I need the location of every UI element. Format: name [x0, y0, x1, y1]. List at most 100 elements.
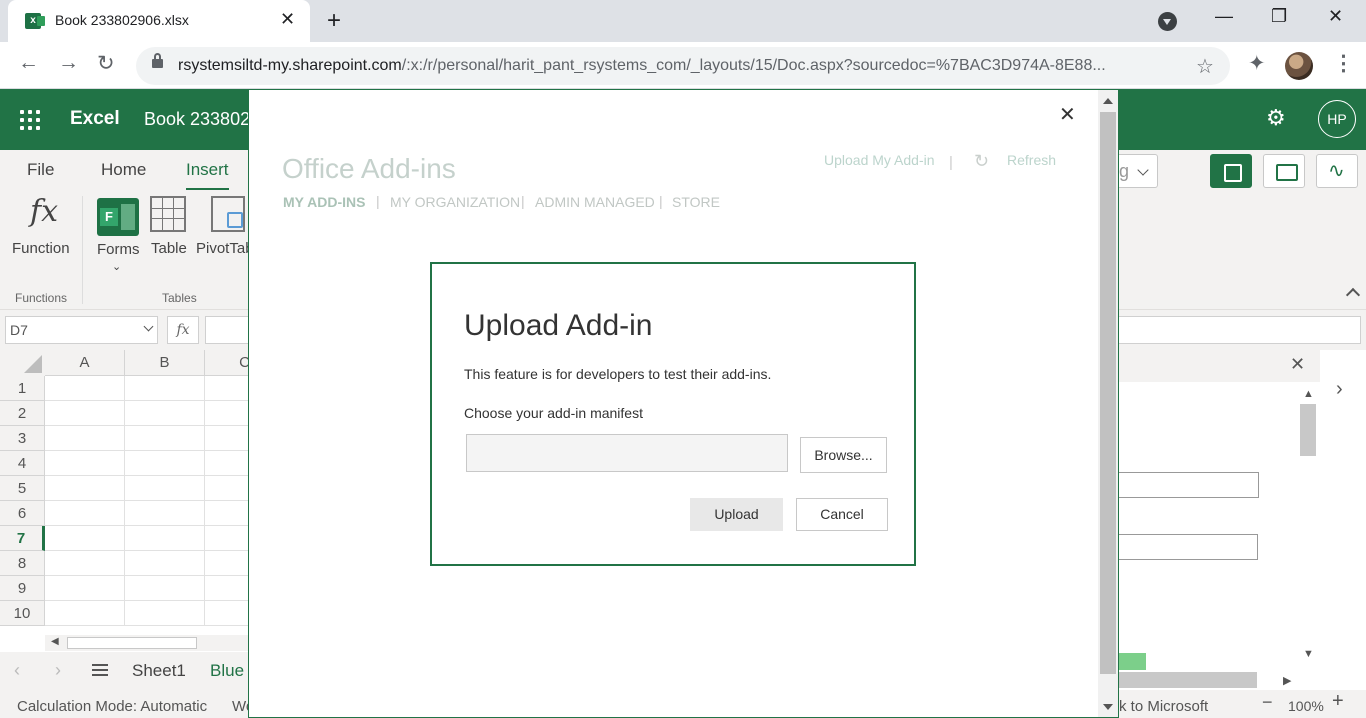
row-header[interactable]: 10: [0, 601, 45, 626]
scroll-thumb[interactable]: [1300, 404, 1316, 456]
close-icon[interactable]: ✕: [1290, 354, 1305, 375]
sheet-tab[interactable]: Blue: [210, 661, 244, 681]
view-dropdown[interactable]: g: [1117, 154, 1158, 188]
select-all-corner[interactable]: [0, 350, 45, 376]
user-avatar[interactable]: HP: [1318, 100, 1356, 138]
waffle-icon[interactable]: [20, 110, 40, 130]
row-header[interactable]: 8: [0, 551, 45, 576]
tab-search-icon[interactable]: [1158, 12, 1177, 31]
row-header-active[interactable]: 7: [0, 526, 45, 551]
cells[interactable]: [45, 376, 248, 626]
next-sheet-icon[interactable]: ›: [55, 660, 61, 681]
browse-button[interactable]: Browse...: [800, 437, 887, 473]
scroll-right-icon[interactable]: ▶: [1283, 674, 1291, 687]
pane-input[interactable]: [1117, 534, 1258, 560]
close-tab-icon[interactable]: ✕: [280, 9, 295, 30]
activity-button[interactable]: [1316, 154, 1358, 188]
row-header[interactable]: 4: [0, 451, 45, 476]
row-header[interactable]: 2: [0, 401, 45, 426]
tab-file[interactable]: File: [27, 160, 54, 180]
pane-input[interactable]: [1117, 472, 1259, 498]
forms-label[interactable]: Forms: [97, 241, 140, 258]
scroll-up-icon[interactable]: [1103, 98, 1113, 104]
horizontal-scrollbar[interactable]: ◀: [45, 635, 248, 651]
tab-my-organization[interactable]: MY ORGANIZATION: [390, 194, 520, 210]
close-icon[interactable]: ✕: [1059, 102, 1076, 127]
pane-header: ✕: [1117, 350, 1320, 382]
status-feedback[interactable]: k to Microsoft: [1119, 698, 1208, 715]
reload-icon[interactable]: ↻: [97, 51, 115, 76]
function-icon[interactable]: fx: [30, 194, 58, 229]
extensions-icon[interactable]: ✦: [1248, 51, 1266, 76]
all-sheets-icon[interactable]: [92, 664, 108, 676]
profile-avatar[interactable]: [1285, 52, 1313, 80]
menu-dots-icon[interactable]: ⋮: [1333, 51, 1354, 76]
app-name[interactable]: Excel: [70, 108, 120, 130]
comments-button[interactable]: [1263, 154, 1305, 188]
browser-tab[interactable]: x Book 233802906.xlsx ✕: [8, 0, 310, 42]
tab-my-addins[interactable]: MY ADD-INS: [283, 194, 365, 210]
zoom-out-icon[interactable]: −: [1262, 692, 1273, 713]
minimize-icon[interactable]: —: [1215, 6, 1233, 27]
manifest-file-input[interactable]: [466, 434, 788, 472]
zoom-level[interactable]: 100%: [1288, 698, 1324, 714]
scroll-down-icon[interactable]: [1103, 704, 1113, 710]
refresh-link[interactable]: Refresh: [1007, 152, 1056, 168]
dialog-title: Upload Add-in: [464, 309, 653, 342]
function-label[interactable]: Function: [12, 240, 70, 257]
scroll-up-icon[interactable]: ▲: [1303, 388, 1314, 400]
bookmark-star-icon[interactable]: ☆: [1196, 54, 1214, 79]
back-icon[interactable]: ←: [18, 51, 39, 75]
row-header[interactable]: 6: [0, 501, 45, 526]
calc-mode[interactable]: Calculation Mode: Automatic: [17, 698, 207, 715]
address-bar[interactable]: rsystemsiltd-my.sharepoint.com/:x:/r/per…: [136, 47, 1230, 85]
window-close-icon[interactable]: ✕: [1328, 6, 1343, 27]
collapse-ribbon-icon[interactable]: [1345, 287, 1361, 303]
scroll-thumb[interactable]: [67, 637, 197, 649]
pane-scrollbar[interactable]: ▲ ▼: [1300, 388, 1316, 660]
column-header[interactable]: B: [125, 350, 205, 376]
scroll-thumb[interactable]: [1100, 112, 1116, 674]
insert-function-button[interactable]: fx: [167, 316, 199, 344]
share-button[interactable]: [1210, 154, 1252, 188]
refresh-icon[interactable]: ↻: [974, 151, 989, 172]
addins-scrollbar[interactable]: [1098, 90, 1118, 717]
forward-icon[interactable]: →: [58, 51, 79, 75]
chevron-right-icon[interactable]: ›: [1336, 378, 1343, 401]
new-tab-plus-icon[interactable]: +: [327, 7, 341, 35]
doc-name[interactable]: Book 233802: [144, 109, 250, 130]
gear-icon[interactable]: ⚙: [1266, 105, 1286, 131]
pivottable-label[interactable]: PivotTab: [196, 240, 254, 257]
restore-icon[interactable]: ❐: [1271, 6, 1287, 27]
spreadsheet-grid: A B C 1 2 3 4 5 6 7 8 9 10: [0, 350, 285, 635]
zoom-in-icon[interactable]: +: [1332, 690, 1344, 713]
scroll-down-icon[interactable]: ▼: [1303, 648, 1314, 660]
upload-button[interactable]: Upload: [690, 498, 783, 531]
upload-my-addin-link[interactable]: Upload My Add-in: [824, 152, 935, 168]
row-header[interactable]: 5: [0, 476, 45, 501]
forms-icon[interactable]: [97, 198, 139, 236]
sheet-tab[interactable]: Sheet1: [132, 661, 186, 681]
row-header[interactable]: 3: [0, 426, 45, 451]
tab-insert[interactable]: Insert: [186, 160, 229, 191]
tab-home[interactable]: Home: [101, 160, 146, 180]
tab-store[interactable]: STORE: [672, 194, 720, 210]
tab-admin-managed[interactable]: ADMIN MANAGED: [535, 194, 655, 210]
name-box[interactable]: D7: [5, 316, 158, 344]
scroll-left-icon[interactable]: ◀: [51, 636, 59, 647]
row-header[interactable]: 9: [0, 576, 45, 601]
browser-tabstrip: x Book 233802906.xlsx ✕ + — ❐ ✕: [0, 0, 1366, 42]
prev-sheet-icon[interactable]: ‹: [14, 660, 20, 681]
chevron-down-icon[interactable]: ⌄: [112, 260, 121, 273]
lock-icon[interactable]: [152, 53, 163, 68]
chevron-down-icon[interactable]: [143, 321, 154, 332]
row-header[interactable]: 1: [0, 376, 45, 401]
table-label[interactable]: Table: [151, 240, 187, 257]
divider: |: [521, 193, 525, 209]
column-header[interactable]: A: [45, 350, 125, 376]
pivottable-icon[interactable]: [211, 196, 245, 232]
cancel-button[interactable]: Cancel: [796, 498, 888, 531]
table-icon[interactable]: [150, 196, 186, 232]
url-text[interactable]: rsystemsiltd-my.sharepoint.com/:x:/r/per…: [178, 57, 1106, 75]
pane-hscroll[interactable]: [1117, 672, 1257, 688]
